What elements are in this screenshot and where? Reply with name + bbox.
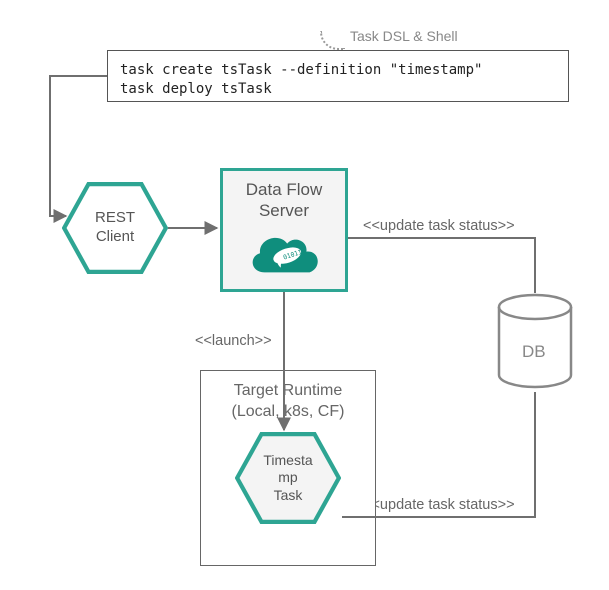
connector-server-to-db	[348, 238, 535, 293]
db-label: DB	[522, 342, 546, 362]
dataflow-diagram: Task DSL & Shell task create tsTask --de…	[0, 0, 609, 590]
runtime-title: Target Runtime (Local, k8s, CF)	[232, 381, 345, 423]
rest-client-hexagon: REST Client	[62, 182, 168, 274]
cloud-icon: 01011	[244, 226, 324, 286]
code-line-2: task deploy tsTask	[120, 80, 556, 99]
spring-cloud-logo: 01011	[244, 226, 324, 286]
annotation-label: Task DSL & Shell	[350, 28, 458, 44]
edge-label-update-2: <<update task status>>	[363, 497, 515, 513]
annotation-connector	[320, 31, 345, 50]
edge-label-update-1: <<update task status>>	[363, 218, 515, 234]
rest-client-label: REST Client	[87, 209, 143, 247]
code-line-1: task create tsTask --definition "timesta…	[120, 61, 556, 80]
task-label: Timesta mp Task	[255, 452, 320, 505]
timestamp-task-hexagon: Timesta mp Task	[235, 432, 341, 524]
edge-label-launch: <<launch>>	[195, 333, 272, 349]
server-title: Data Flow Server	[246, 179, 323, 222]
code-box: task create tsTask --definition "timesta…	[107, 50, 569, 102]
dataflow-server-box: Data Flow Server 01011	[220, 168, 348, 292]
